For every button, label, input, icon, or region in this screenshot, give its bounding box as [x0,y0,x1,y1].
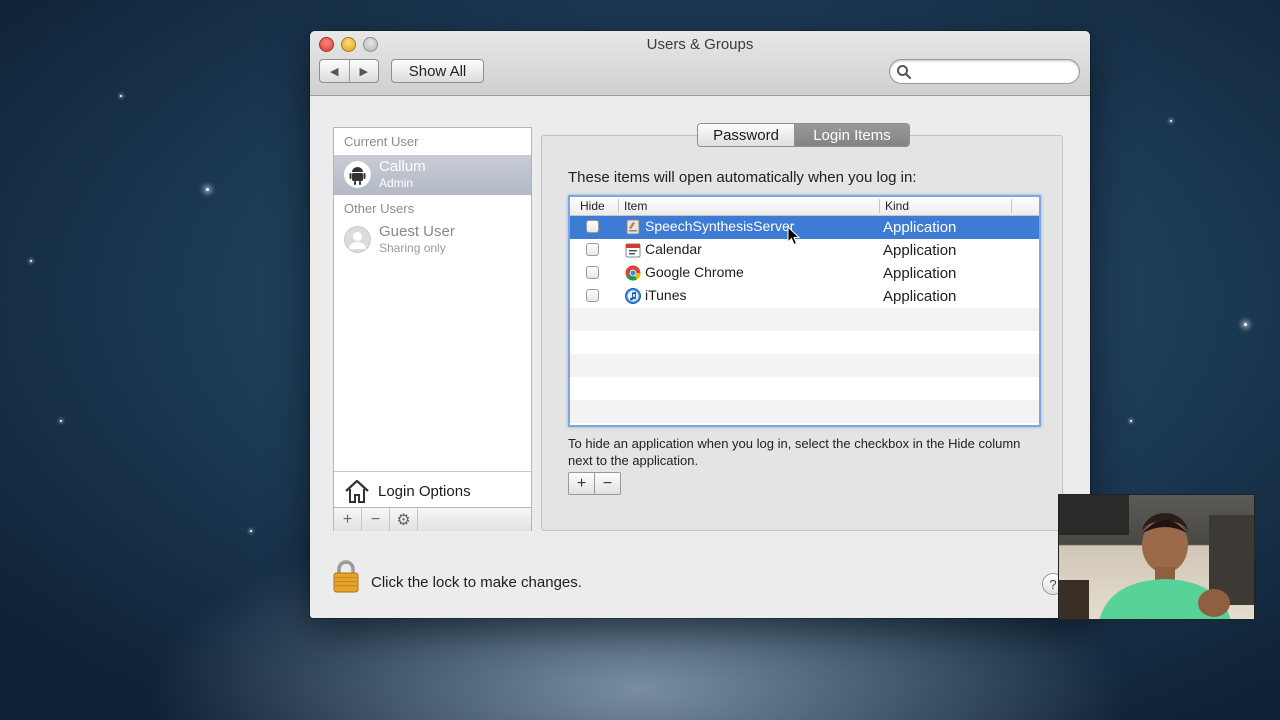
desktop-star [206,188,209,191]
search-input[interactable] [916,63,1075,81]
column-divider [1011,199,1012,213]
table-row-empty [570,331,1039,354]
table-header: Hide Item Kind [570,197,1039,216]
user-row-guest[interactable]: Guest User Sharing only [334,220,531,260]
sidebar-toolbar: + − ⚙ [334,507,531,531]
webcam-overlay [1058,494,1255,620]
login-options-label: Login Options [378,483,471,500]
desktop-star [1244,323,1247,326]
add-user-button[interactable]: + [334,508,362,531]
webcam-person-image [1059,495,1254,619]
user-role: Admin [379,176,414,190]
column-header-kind[interactable]: Kind [885,199,909,213]
item-name: iTunes [645,287,687,303]
tab-login-items[interactable]: Login Items [795,124,909,146]
hide-checkbox[interactable] [586,243,599,256]
remove-user-button[interactable]: − [362,508,390,531]
lock-icon[interactable] [332,559,360,595]
settings-gear-icon[interactable]: ⚙ [390,508,418,531]
table-row[interactable]: iTunes Application [570,285,1039,308]
hide-hint-text: To hide an application when you log in, … [568,436,1021,468]
chrome-icon [625,265,641,281]
triangle-right-icon: ▶ [359,65,368,78]
column-header-item[interactable]: Item [624,199,647,213]
window-title: Users & Groups [646,36,754,53]
user-role: Sharing only [379,241,446,255]
desktop-star [1170,120,1172,122]
user-name: Guest User [379,223,455,240]
title-bar: Users & Groups ◀ ▶ Show All [310,31,1090,96]
item-kind: Application [883,265,957,282]
column-header-hide[interactable]: Hide [580,199,605,213]
table-row-empty [570,354,1039,377]
show-all-button[interactable]: Show All [391,59,484,83]
item-name: SpeechSynthesisServer [645,218,795,234]
add-login-item-button[interactable]: + [569,473,595,494]
desktop-star [250,530,252,532]
user-row-callum[interactable]: Callum Admin [334,155,531,195]
column-divider [618,199,619,213]
desktop-star [60,420,62,422]
lock-hint-text: Click the lock to make changes. [371,574,582,591]
login-options-item[interactable]: Login Options [334,471,531,508]
calendar-icon [625,243,641,258]
item-name: Google Chrome [645,264,744,280]
table-row[interactable]: Google Chrome Application [570,262,1039,285]
guest-avatar-icon [344,226,371,253]
hide-checkbox[interactable] [586,220,599,233]
search-icon [897,65,912,80]
search-field[interactable] [889,59,1080,84]
table-row-empty [570,377,1039,400]
back-forward-control: ◀ ▶ [319,59,379,83]
current-user-header: Current User [344,134,419,149]
item-name: Calendar [645,241,702,257]
hide-checkbox[interactable] [586,266,599,279]
table-row-empty [570,308,1039,331]
login-items-intro: These items will open automatically when… [568,169,917,186]
android-avatar-icon [344,161,371,188]
hide-checkbox[interactable] [586,289,599,302]
column-divider [879,199,880,213]
add-remove-control: + − [568,472,621,495]
login-items-table: Hide Item Kind SpeechSynthesisServer App… [568,195,1041,427]
users-sidebar: Current User Callum Admin Other Users Gu… [333,127,532,531]
desktop-star [1130,420,1132,422]
mouse-cursor-icon [787,226,801,246]
back-button[interactable]: ◀ [320,60,350,82]
speech-icon [626,219,640,235]
desktop-star [120,95,122,97]
item-kind: Application [883,219,957,236]
table-row-empty [570,400,1039,423]
users-groups-window: Users & Groups ◀ ▶ Show All Current User [310,31,1090,618]
item-kind: Application [883,242,957,259]
other-users-header: Other Users [344,201,415,216]
house-icon [345,479,369,503]
triangle-left-icon: ◀ [330,65,339,78]
item-kind: Application [883,288,957,305]
itunes-icon [625,288,641,304]
tab-bar: Password Login Items [697,123,910,147]
forward-button[interactable]: ▶ [350,60,379,82]
tab-password[interactable]: Password [698,124,795,146]
table-row[interactable]: SpeechSynthesisServer Application [570,216,1039,239]
table-row[interactable]: Calendar Application [570,239,1039,262]
remove-login-item-button[interactable]: − [595,473,620,494]
desktop-star [30,260,32,262]
user-name: Callum [379,158,426,175]
